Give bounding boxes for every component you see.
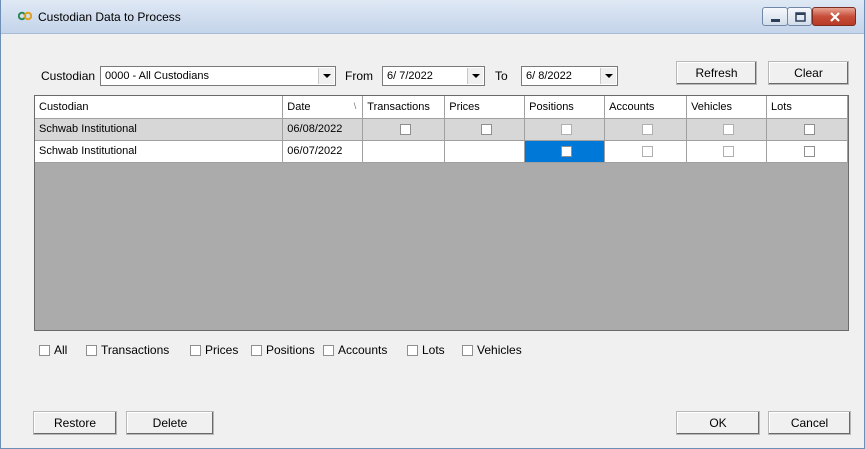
from-label: From bbox=[345, 69, 373, 83]
filter-vehicles[interactable]: Vehicles bbox=[462, 343, 522, 357]
cancel-button[interactable]: Cancel bbox=[768, 411, 851, 435]
col-header-date[interactable]: Date \ bbox=[282, 96, 364, 119]
restore-button[interactable]: Restore bbox=[33, 411, 117, 435]
chevron-down-icon[interactable] bbox=[600, 68, 616, 84]
prices-cell[interactable] bbox=[444, 118, 526, 141]
checkbox[interactable] bbox=[723, 145, 735, 157]
custodian-data-grid[interactable]: Custodian Date \ Transactions Prices Posi… bbox=[34, 95, 849, 331]
from-date-picker[interactable]: 6/ 7/2022 bbox=[382, 66, 485, 86]
checkbox[interactable] bbox=[561, 123, 573, 135]
close-icon bbox=[830, 12, 840, 22]
checkbox[interactable] bbox=[323, 345, 334, 356]
col-header-lots[interactable]: Lots bbox=[766, 96, 848, 119]
col-header-transactions[interactable]: Transactions bbox=[362, 96, 446, 119]
table-row[interactable]: Schwab Institutional 06/08/2022 bbox=[35, 118, 848, 141]
positions-cell[interactable] bbox=[524, 118, 606, 141]
date-cell[interactable]: 06/08/2022 bbox=[282, 118, 364, 141]
refresh-button[interactable]: Refresh bbox=[676, 61, 757, 85]
app-logo-icon bbox=[17, 10, 33, 21]
filter-lots[interactable]: Lots bbox=[407, 343, 445, 357]
col-header-positions[interactable]: Positions bbox=[524, 96, 606, 119]
sort-indicator-icon: \ bbox=[353, 100, 357, 111]
vehicles-cell[interactable] bbox=[686, 140, 768, 163]
col-header-accounts[interactable]: Accounts bbox=[604, 96, 688, 119]
checkbox[interactable] bbox=[39, 345, 50, 356]
positions-cell-selected[interactable] bbox=[524, 140, 606, 163]
filter-transactions[interactable]: Transactions bbox=[86, 343, 169, 357]
checkbox[interactable] bbox=[86, 345, 97, 356]
filter-positions[interactable]: Positions bbox=[251, 343, 315, 357]
custodian-select[interactable]: 0000 - All Custodians bbox=[100, 66, 336, 86]
custodian-select-value: 0000 - All Custodians bbox=[105, 70, 209, 82]
checkbox[interactable] bbox=[561, 145, 573, 157]
col-header-custodian[interactable]: Custodian bbox=[35, 96, 284, 119]
to-date-value: 6/ 8/2022 bbox=[526, 70, 572, 82]
transactions-cell[interactable] bbox=[362, 118, 446, 141]
close-button[interactable] bbox=[812, 7, 856, 26]
checkbox[interactable] bbox=[462, 345, 473, 356]
chevron-down-icon[interactable] bbox=[318, 68, 334, 84]
custodian-cell[interactable]: Schwab Institutional bbox=[35, 118, 284, 141]
custodian-cell[interactable]: Schwab Institutional bbox=[35, 140, 284, 163]
chevron-down-icon[interactable] bbox=[467, 68, 483, 84]
accounts-cell[interactable] bbox=[604, 140, 688, 163]
ok-button[interactable]: OK bbox=[676, 411, 760, 435]
checkbox[interactable] bbox=[642, 145, 654, 157]
checkbox[interactable] bbox=[190, 345, 201, 356]
to-date-picker[interactable]: 6/ 8/2022 bbox=[521, 66, 618, 86]
custodian-label: Custodian bbox=[41, 69, 96, 83]
from-date-value: 6/ 7/2022 bbox=[387, 70, 433, 82]
to-label: To bbox=[495, 69, 508, 83]
filter-all[interactable]: All bbox=[39, 343, 67, 357]
col-header-prices[interactable]: Prices bbox=[444, 96, 526, 119]
delete-button[interactable]: Delete bbox=[126, 411, 214, 435]
lots-cell[interactable] bbox=[766, 118, 848, 141]
date-cell[interactable]: 06/07/2022 bbox=[282, 140, 364, 163]
filter-accounts[interactable]: Accounts bbox=[323, 343, 387, 357]
lots-cell[interactable] bbox=[766, 140, 848, 163]
clear-button[interactable]: Clear bbox=[768, 61, 849, 85]
col-header-vehicles[interactable]: Vehicles bbox=[686, 96, 768, 119]
checkbox[interactable] bbox=[481, 123, 493, 135]
checkbox[interactable] bbox=[803, 145, 815, 157]
dialog-window: Custodian Data to Process Custodian 0000… bbox=[0, 0, 865, 449]
prices-cell[interactable] bbox=[444, 140, 526, 163]
grid-header-row: Custodian Date \ Transactions Prices Posi… bbox=[35, 96, 848, 119]
checkbox[interactable] bbox=[642, 123, 654, 135]
title-bar[interactable]: Custodian Data to Process bbox=[1, 0, 864, 34]
checkbox[interactable] bbox=[251, 345, 262, 356]
filter-prices[interactable]: Prices bbox=[190, 343, 238, 357]
maximize-button[interactable] bbox=[787, 7, 812, 26]
checkbox[interactable] bbox=[723, 123, 735, 135]
minimize-button[interactable] bbox=[762, 7, 788, 26]
checkbox[interactable] bbox=[803, 123, 815, 135]
vehicles-cell[interactable] bbox=[686, 118, 768, 141]
checkbox[interactable] bbox=[407, 345, 418, 356]
table-row[interactable]: Schwab Institutional 06/07/2022 bbox=[35, 140, 848, 163]
checkbox[interactable] bbox=[400, 123, 412, 135]
minimize-icon bbox=[771, 19, 780, 22]
window-title: Custodian Data to Process bbox=[38, 10, 181, 24]
maximize-icon bbox=[795, 12, 806, 22]
accounts-cell[interactable] bbox=[604, 118, 688, 141]
transactions-cell[interactable] bbox=[362, 140, 446, 163]
